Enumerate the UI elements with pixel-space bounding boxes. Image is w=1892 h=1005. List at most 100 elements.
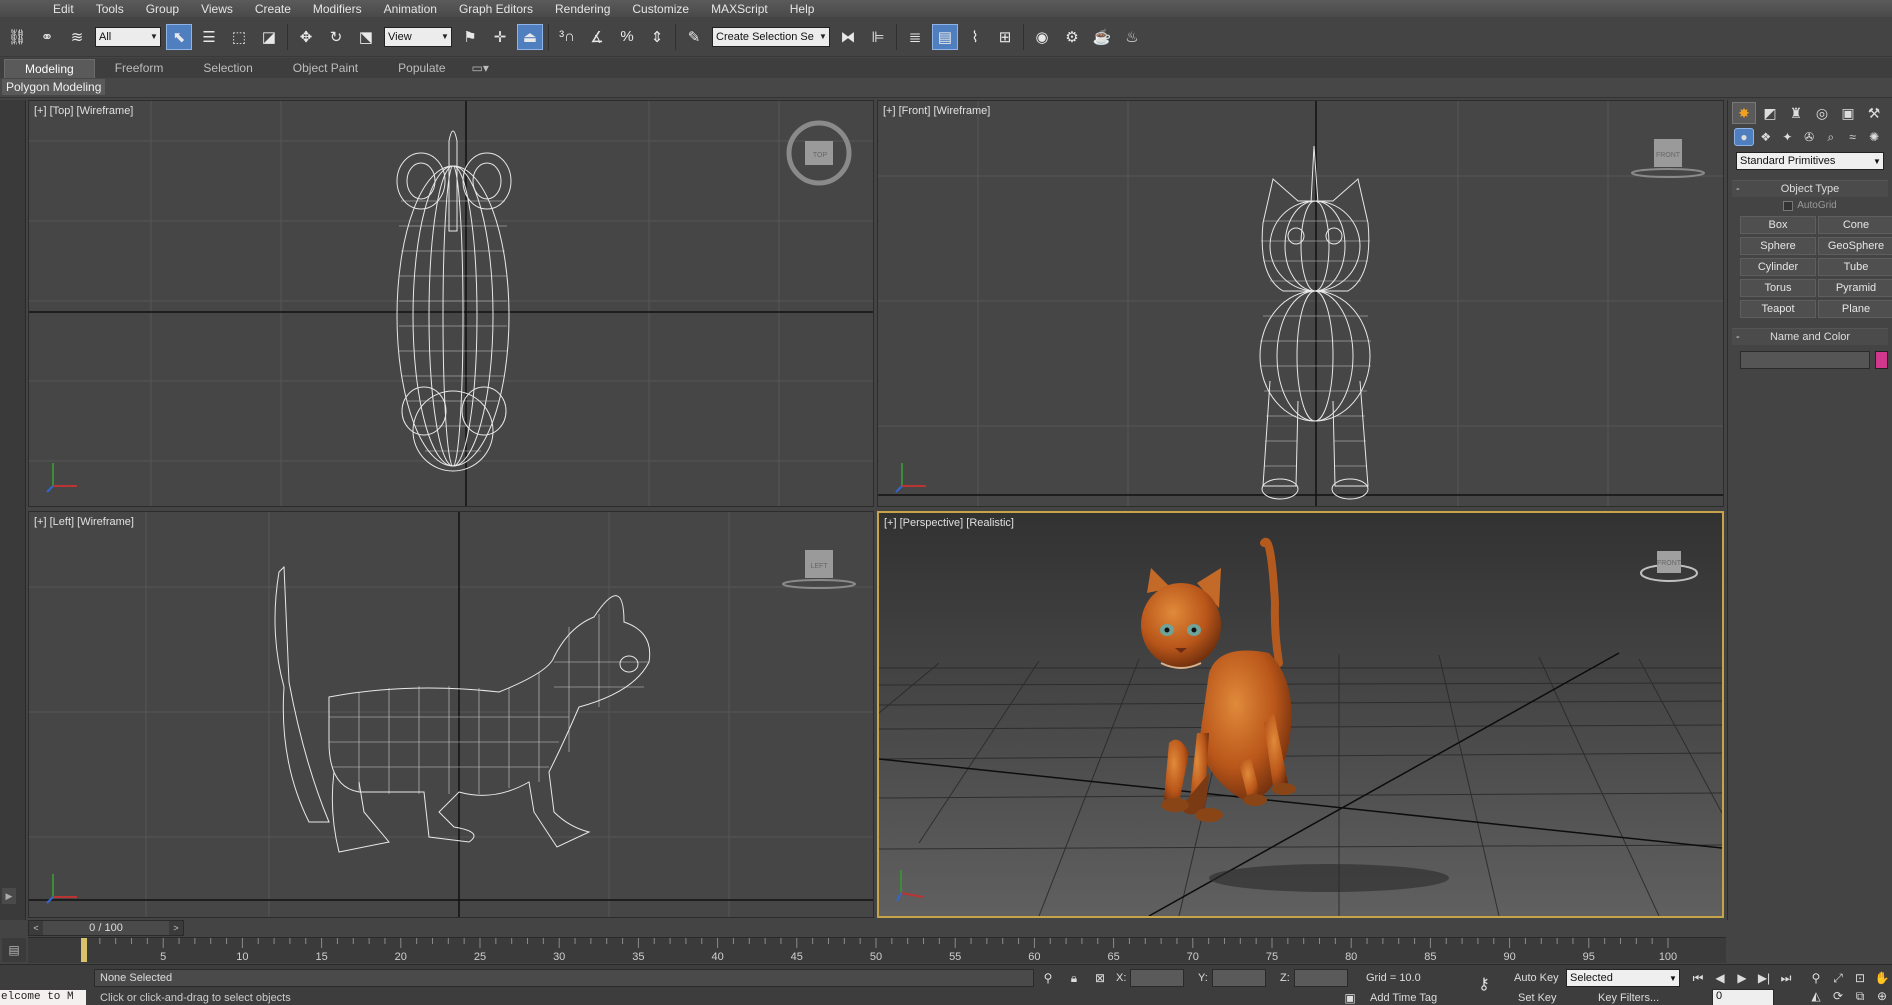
tab-freeform[interactable]: Freeform [95, 59, 184, 77]
checkbox-box[interactable] [1783, 200, 1794, 211]
geosphere-button[interactable]: GeoSphere [1818, 237, 1892, 255]
auto-key-button[interactable]: Auto Key [1514, 969, 1559, 987]
geometry-icon[interactable]: ● [1734, 128, 1754, 146]
name-and-color-rollout-header[interactable]: - Name and Color [1732, 329, 1888, 345]
menu-modifiers[interactable]: Modifiers [302, 2, 373, 16]
render-setup-icon[interactable]: ⚙ [1059, 24, 1085, 50]
snaps-toggle-icon[interactable]: ³∩ [554, 24, 580, 50]
menu-graph-editors[interactable]: Graph Editors [448, 2, 544, 16]
cylinder-button[interactable]: Cylinder [1740, 258, 1816, 276]
pyramid-button[interactable]: Pyramid [1818, 279, 1892, 297]
unlink-icon[interactable]: ⚭ [34, 24, 60, 50]
zoom-region-icon[interactable]: ⊡ [1850, 969, 1870, 987]
pan-icon[interactable]: ✋ [1872, 969, 1892, 987]
select-by-name-icon[interactable]: ☰ [196, 24, 222, 50]
absolute-mode-icon[interactable]: ⊠ [1090, 969, 1110, 987]
menu-group[interactable]: Group [135, 2, 190, 16]
menu-help[interactable]: Help [779, 2, 826, 16]
tab-object-paint[interactable]: Object Paint [273, 59, 378, 77]
walk-through-icon[interactable]: ⊕ [1872, 987, 1892, 1005]
select-object-icon[interactable]: ⬉ [166, 23, 192, 50]
trackbar-filter-icon[interactable]: ▤ [2, 938, 26, 962]
y-coordinate-field[interactable] [1212, 969, 1266, 987]
shapes-icon[interactable]: ❖ [1756, 128, 1776, 146]
curve-editor-icon[interactable]: ⌇ [962, 24, 988, 50]
menu-edit[interactable]: Edit [42, 2, 85, 16]
scale-icon[interactable]: ⬔ [353, 24, 379, 50]
ribbon-options-icon[interactable]: ▭▾ [466, 59, 495, 77]
polygon-modeling-panel[interactable]: Polygon Modeling [2, 79, 106, 95]
named-selection-dropdown[interactable]: Create Selection Se ▼ [712, 26, 830, 47]
zoom-icon[interactable]: ⚲ [1806, 969, 1826, 987]
window-crossing-icon[interactable]: ◪ [256, 24, 282, 50]
material-editor-icon[interactable]: ◉ [1029, 24, 1055, 50]
helpers-icon[interactable]: ⌕ [1821, 128, 1841, 146]
maximize-viewport-icon[interactable]: ⧉ [1850, 987, 1870, 1005]
viewport-label[interactable]: [+] [Perspective] [Realistic] [884, 517, 1014, 529]
viewport-label[interactable]: [+] [Left] [Wireframe] [34, 516, 134, 528]
go-to-start-icon[interactable]: ⏮ [1688, 969, 1708, 987]
chevron-right-icon[interactable]: > [169, 921, 183, 935]
add-time-tag[interactable]: Add Time Tag [1370, 989, 1437, 1005]
time-slider[interactable]: < 0 / 100 > [28, 920, 184, 936]
track-bar[interactable]: 5 10 15 20 25 30 35 40 45 50 55 60 65 70 75 80 85 90 95 100 [28, 937, 1726, 963]
x-coordinate-field[interactable] [1130, 969, 1184, 987]
primitive-type-dropdown[interactable]: Standard Primitives ▼ [1736, 152, 1884, 170]
sphere-button[interactable]: Sphere [1740, 237, 1816, 255]
tab-modeling[interactable]: Modeling [4, 58, 95, 78]
lights-icon[interactable]: ✦ [1778, 128, 1798, 146]
maxscript-listener[interactable]: elcome to M [0, 990, 86, 1005]
percent-snap-icon[interactable]: % [614, 24, 640, 50]
tab-populate[interactable]: Populate [378, 59, 465, 77]
menu-tools[interactable]: Tools [85, 2, 135, 16]
align-icon[interactable]: ⊫ [865, 24, 891, 50]
bind-space-warp-icon[interactable]: ≋ [64, 24, 90, 50]
frame-counter[interactable]: 0 / 100 [43, 921, 169, 935]
object-type-rollout-header[interactable]: - Object Type [1732, 181, 1888, 197]
select-manipulate-icon[interactable]: ✛ [487, 24, 513, 50]
rotate-icon[interactable]: ↻ [323, 24, 349, 50]
scene-explorer-icon[interactable]: ▤ [932, 23, 958, 50]
viewport-front[interactable]: [+] [Front] [Wireframe] FRONT [877, 100, 1724, 507]
selection-filter-dropdown[interactable]: All ▼ [95, 26, 161, 47]
plane-button[interactable]: Plane [1818, 300, 1892, 318]
menu-animation[interactable]: Animation [373, 2, 448, 16]
hierarchy-tab-icon[interactable]: ♜ [1784, 102, 1808, 124]
current-frame-field[interactable]: 0 [1712, 989, 1774, 1005]
menu-customize[interactable]: Customize [621, 2, 700, 16]
teapot-button[interactable]: Teapot [1740, 300, 1816, 318]
create-tab-icon[interactable]: ✸ [1732, 102, 1756, 124]
viewport-left[interactable]: [+] [Left] [Wireframe] LEFT [28, 511, 874, 918]
autogrid-checkbox[interactable]: AutoGrid [1732, 200, 1888, 211]
angle-snap-icon[interactable]: ∡ [584, 24, 610, 50]
modify-tab-icon[interactable]: ◩ [1758, 102, 1782, 124]
rectangular-selection-icon[interactable]: ⬚ [226, 24, 252, 50]
menu-views[interactable]: Views [190, 2, 244, 16]
display-tab-icon[interactable]: ▣ [1836, 102, 1860, 124]
set-key-button[interactable]: Set Key [1518, 989, 1557, 1005]
field-of-view-icon[interactable]: ◭ [1806, 987, 1826, 1005]
edit-named-selection-icon[interactable]: ✎ [681, 24, 707, 50]
schematic-view-icon[interactable]: ⊞ [992, 24, 1018, 50]
menu-maxscript[interactable]: MAXScript [700, 2, 779, 16]
previous-frame-icon[interactable]: ◀ [1710, 969, 1730, 987]
viewport-label[interactable]: [+] [Top] [Wireframe] [34, 105, 133, 117]
expand-arrow-icon[interactable]: ▶ [2, 888, 16, 904]
box-button[interactable]: Box [1740, 216, 1816, 234]
tab-selection[interactable]: Selection [183, 59, 272, 77]
render-production-icon[interactable]: ♨ [1119, 24, 1145, 50]
viewport-top[interactable]: [+] [Top] [Wireframe] TOP [28, 100, 874, 507]
menu-rendering[interactable]: Rendering [544, 2, 621, 16]
utilities-tab-icon[interactable]: ⚒ [1862, 102, 1886, 124]
selection-lock-icon[interactable]: 🔒︎ [1064, 969, 1084, 987]
object-color-swatch[interactable] [1874, 351, 1888, 369]
play-icon[interactable]: ▶ [1732, 969, 1752, 987]
orbit-icon[interactable]: ⟳ [1828, 987, 1848, 1005]
key-filters-button[interactable]: Key Filters... [1598, 989, 1659, 1005]
time-tag-icon[interactable]: ▣ [1340, 989, 1360, 1005]
next-frame-icon[interactable]: ▶| [1754, 969, 1774, 987]
mirror-icon[interactable]: ⧓ [835, 24, 861, 50]
menu-create[interactable]: Create [244, 2, 302, 16]
z-coordinate-field[interactable] [1294, 969, 1348, 987]
viewport-label[interactable]: [+] [Front] [Wireframe] [883, 105, 990, 117]
